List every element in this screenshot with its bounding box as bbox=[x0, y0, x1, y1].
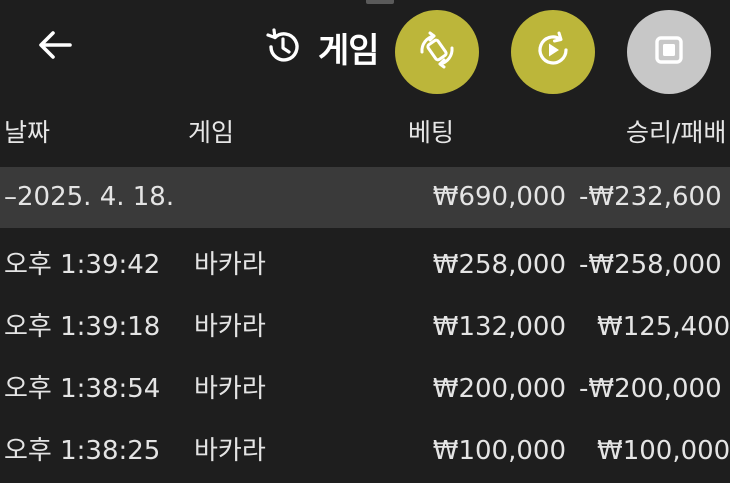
table-row[interactable]: 오후 1:38:25 바카라 ₩100,000 ₩100,000 bbox=[0, 421, 730, 482]
row-game: 바카라 bbox=[194, 374, 266, 404]
history-icon bbox=[262, 26, 304, 68]
rotate-icon bbox=[415, 28, 459, 76]
summary-result: -₩232,600 bbox=[579, 182, 722, 212]
row-game: 바카라 bbox=[194, 436, 266, 466]
row-time: 오후 1:38:54 bbox=[4, 374, 161, 404]
row-bet: ₩100,000 bbox=[432, 436, 566, 466]
rotate-action-button[interactable] bbox=[395, 10, 479, 94]
page-title: 게임 bbox=[318, 30, 380, 71]
stop-action-button[interactable] bbox=[627, 10, 711, 94]
row-bet: ₩132,000 bbox=[432, 312, 566, 342]
arrow-left-icon bbox=[38, 30, 72, 64]
column-header-date: 날짜 bbox=[4, 118, 51, 147]
stop-square-icon bbox=[649, 30, 689, 74]
title-area: 게임 bbox=[262, 20, 380, 74]
summary-bet: ₩690,000 bbox=[432, 182, 566, 212]
back-button[interactable] bbox=[30, 22, 80, 72]
column-header-bet: 베팅 bbox=[408, 118, 455, 147]
row-time: 오후 1:39:18 bbox=[4, 312, 161, 342]
column-header-game: 게임 bbox=[188, 118, 235, 147]
game-history-screen: 게임 날짜 게임 베팅 승리/패배 –2025. 4. 18. ₩690,000… bbox=[0, 0, 730, 483]
row-result: -₩200,000 bbox=[579, 374, 722, 404]
row-bet: ₩258,000 bbox=[432, 250, 566, 280]
header: 게임 bbox=[0, 0, 730, 96]
table-row[interactable]: 오후 1:39:42 바카라 ₩258,000 -₩258,000 bbox=[0, 235, 730, 296]
row-time: 오후 1:38:25 bbox=[4, 436, 161, 466]
autoplay-action-button[interactable] bbox=[511, 10, 595, 94]
row-game: 바카라 bbox=[194, 312, 266, 342]
row-result: ₩100,000 bbox=[597, 436, 730, 466]
row-result: ₩125,400 bbox=[597, 312, 730, 342]
table-row[interactable]: 오후 1:38:54 바카라 ₩200,000 -₩200,000 bbox=[0, 359, 730, 420]
summary-date: –2025. 4. 18. bbox=[4, 182, 175, 212]
column-header-result: 승리/패배 bbox=[626, 118, 727, 147]
table-row[interactable]: 오후 1:39:18 바카라 ₩132,000 ₩125,400 bbox=[0, 297, 730, 358]
row-time: 오후 1:39:42 bbox=[4, 250, 161, 280]
row-game: 바카라 bbox=[194, 250, 266, 280]
row-result: -₩258,000 bbox=[579, 250, 722, 280]
drag-handle bbox=[366, 0, 394, 4]
row-bet: ₩200,000 bbox=[432, 374, 566, 404]
replay-play-icon bbox=[531, 28, 575, 76]
date-summary-row[interactable]: –2025. 4. 18. ₩690,000 -₩232,600 bbox=[0, 167, 730, 228]
